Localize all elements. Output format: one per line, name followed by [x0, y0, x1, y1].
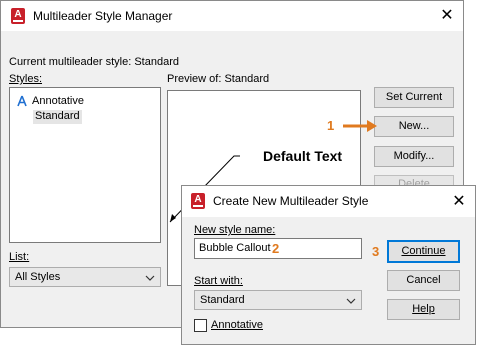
new-style-name-label: New style name: — [194, 224, 275, 236]
start-with-select[interactable]: Standard — [194, 290, 362, 310]
list-item-standard[interactable]: Standard — [33, 110, 82, 124]
preview-label: Preview of: Standard — [167, 73, 270, 85]
continue-button[interactable]: Continue — [387, 240, 460, 263]
list-filter-label-text: List: — [9, 251, 30, 263]
annotative-checkbox[interactable] — [194, 319, 207, 332]
start-with-value: Standard — [200, 294, 245, 306]
annotative-checkbox-label: Annotative — [211, 319, 263, 331]
modify-button[interactable]: Modify... — [374, 146, 454, 167]
arrow-right-icon — [343, 120, 377, 132]
dialog-title: Multileader Style Manager — [33, 9, 173, 23]
close-icon[interactable]: ✕ — [451, 194, 467, 210]
set-current-button[interactable]: Set Current — [374, 87, 454, 108]
annotative-icon — [17, 95, 27, 107]
new-label: New... — [398, 120, 430, 132]
help-label: Help — [412, 303, 435, 315]
continue-label: Continue — [401, 245, 446, 257]
step-3-marker: 3 — [372, 244, 380, 259]
new-style-name-label-text: New style name: — [194, 224, 276, 236]
default-text-callout: Default Text — [263, 148, 343, 164]
close-icon[interactable]: ✕ — [439, 8, 455, 24]
step-1-marker: 1 — [327, 118, 335, 133]
new-button[interactable]: New... — [374, 116, 454, 137]
start-with-label: Start with: — [194, 275, 243, 287]
styles-list[interactable]: Annotative Standard — [9, 87, 161, 243]
current-style-label: Current multileader style: Standard — [9, 56, 179, 68]
list-filter-select[interactable]: All Styles — [9, 267, 161, 287]
styles-label: Styles: — [9, 73, 42, 85]
title-bar: A Create New Multileader Style ✕ — [182, 186, 475, 217]
title-bar: A Multileader Style Manager ✕ — [1, 1, 463, 31]
help-button[interactable]: Help — [387, 299, 460, 320]
list-filter-value: All Styles — [15, 271, 61, 283]
dialog-title: Create New Multileader Style — [213, 194, 369, 208]
autocad-app-icon: A — [191, 193, 205, 209]
cancel-button[interactable]: Cancel — [387, 270, 460, 291]
set-current-label: Set Current — [385, 91, 443, 103]
chevron-down-icon — [145, 275, 155, 281]
new-style-name-value: Bubble Callout — [199, 242, 271, 254]
list-filter-label: List: — [9, 251, 29, 263]
create-new-multileader-style-dialog: A Create New Multileader Style ✕ New sty… — [181, 185, 476, 345]
cancel-label: Cancel — [406, 274, 441, 286]
modify-label: Modify... — [393, 150, 435, 162]
list-item-label: Annotative — [32, 95, 84, 107]
chevron-down-icon — [346, 298, 356, 304]
list-item-annotative[interactable]: Annotative — [16, 94, 84, 108]
start-with-label-text: Start with: — [194, 275, 243, 287]
autocad-app-icon: A — [11, 8, 25, 24]
styles-label-text: Styles: — [9, 73, 43, 85]
list-item-label: Standard — [35, 110, 80, 122]
step-2-marker: 2 — [272, 241, 280, 256]
